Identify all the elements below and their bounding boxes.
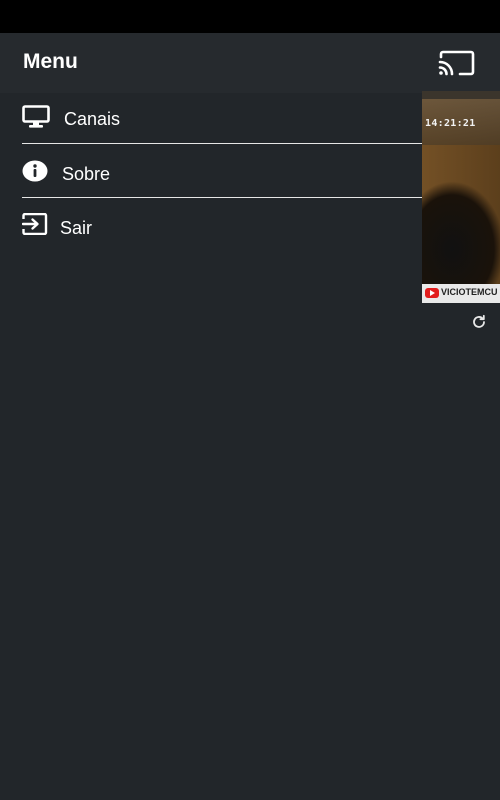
menu-item-label: Sobre [62, 164, 111, 184]
menu-item-label: Canais [64, 109, 121, 129]
menu-item-sair[interactable]: Sair [0, 200, 422, 252]
menu-item-label: Sair [60, 218, 93, 238]
menu-item-sobre[interactable]: Sobre [0, 146, 422, 198]
divider [22, 197, 422, 198]
exit-icon [22, 213, 48, 235]
cast-button[interactable] [436, 48, 478, 78]
divider [22, 143, 422, 144]
monitor-icon [22, 105, 50, 129]
ticker-text: VICIOTEMCU [441, 287, 498, 297]
menu-item-canais[interactable]: Canais [0, 93, 422, 145]
status-bar [0, 0, 500, 33]
cast-icon [438, 50, 475, 76]
reload-button[interactable] [470, 313, 488, 331]
drawer-header: Menu [0, 33, 422, 93]
refresh-icon [473, 314, 485, 328]
navigation-drawer: Menu Canais Sobre Sair [0, 33, 422, 800]
info-icon [22, 160, 48, 182]
video-timestamp: 14:21:21 [425, 118, 476, 129]
youtube-icon [425, 288, 439, 298]
screen: 14:21:21 VICIOTEMCU Menu Canais Sobre Sa… [0, 0, 500, 800]
drawer-title: Menu [23, 50, 78, 73]
